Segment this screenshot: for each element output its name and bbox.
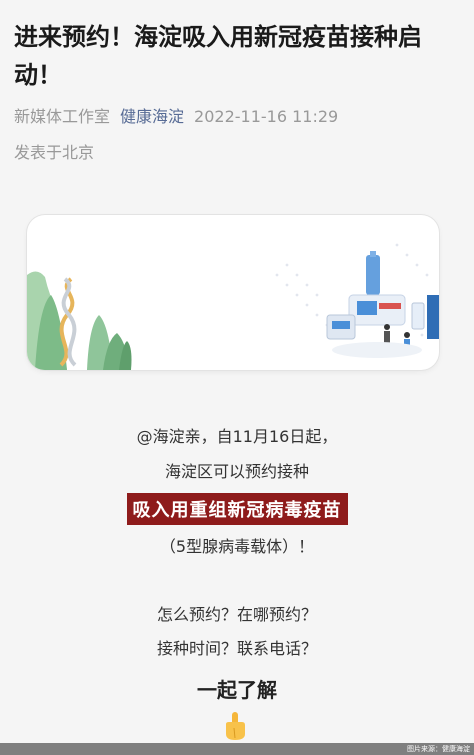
- highlight-row: 吸入用重组新冠病毒疫苗: [0, 493, 474, 525]
- image-source: 图片来源：健康海淀: [407, 745, 470, 753]
- vaccine-name-highlight: 吸入用重组新冠病毒疫苗: [126, 493, 348, 525]
- content-line-5: 接种时间？联系电话？: [156, 639, 317, 658]
- pointing-down-hand-icon: [226, 712, 245, 740]
- publish-location: 发表于北京: [14, 143, 95, 162]
- content-line-6: 一起了解: [197, 678, 277, 702]
- publish-datetime: 2022-11-16 11:29: [194, 107, 339, 126]
- account-link[interactable]: 健康海淀: [120, 107, 184, 126]
- content-line-2: 海淀区可以预约接种: [164, 462, 309, 481]
- banner-image: [27, 215, 439, 370]
- trees-graphic: [27, 271, 132, 370]
- author-name: 新媒体工作室: [14, 107, 111, 126]
- banner-illustration: [27, 243, 439, 370]
- article-title: 进来预约！海淀吸入用新冠疫苗接种启动！: [14, 23, 422, 89]
- content-line-3: （5型腺病毒载体）！: [159, 537, 315, 556]
- lab-graphic: [326, 251, 439, 358]
- content-line-1: @海淀亲，自11月16日起，: [136, 427, 338, 446]
- article-meta: 新媒体工作室 健康海淀 2022-11-16 11:29: [14, 103, 338, 127]
- content-line-4: 怎么预约？在哪预约？: [156, 605, 317, 624]
- footer-bar: 图片来源：健康海淀: [0, 743, 474, 755]
